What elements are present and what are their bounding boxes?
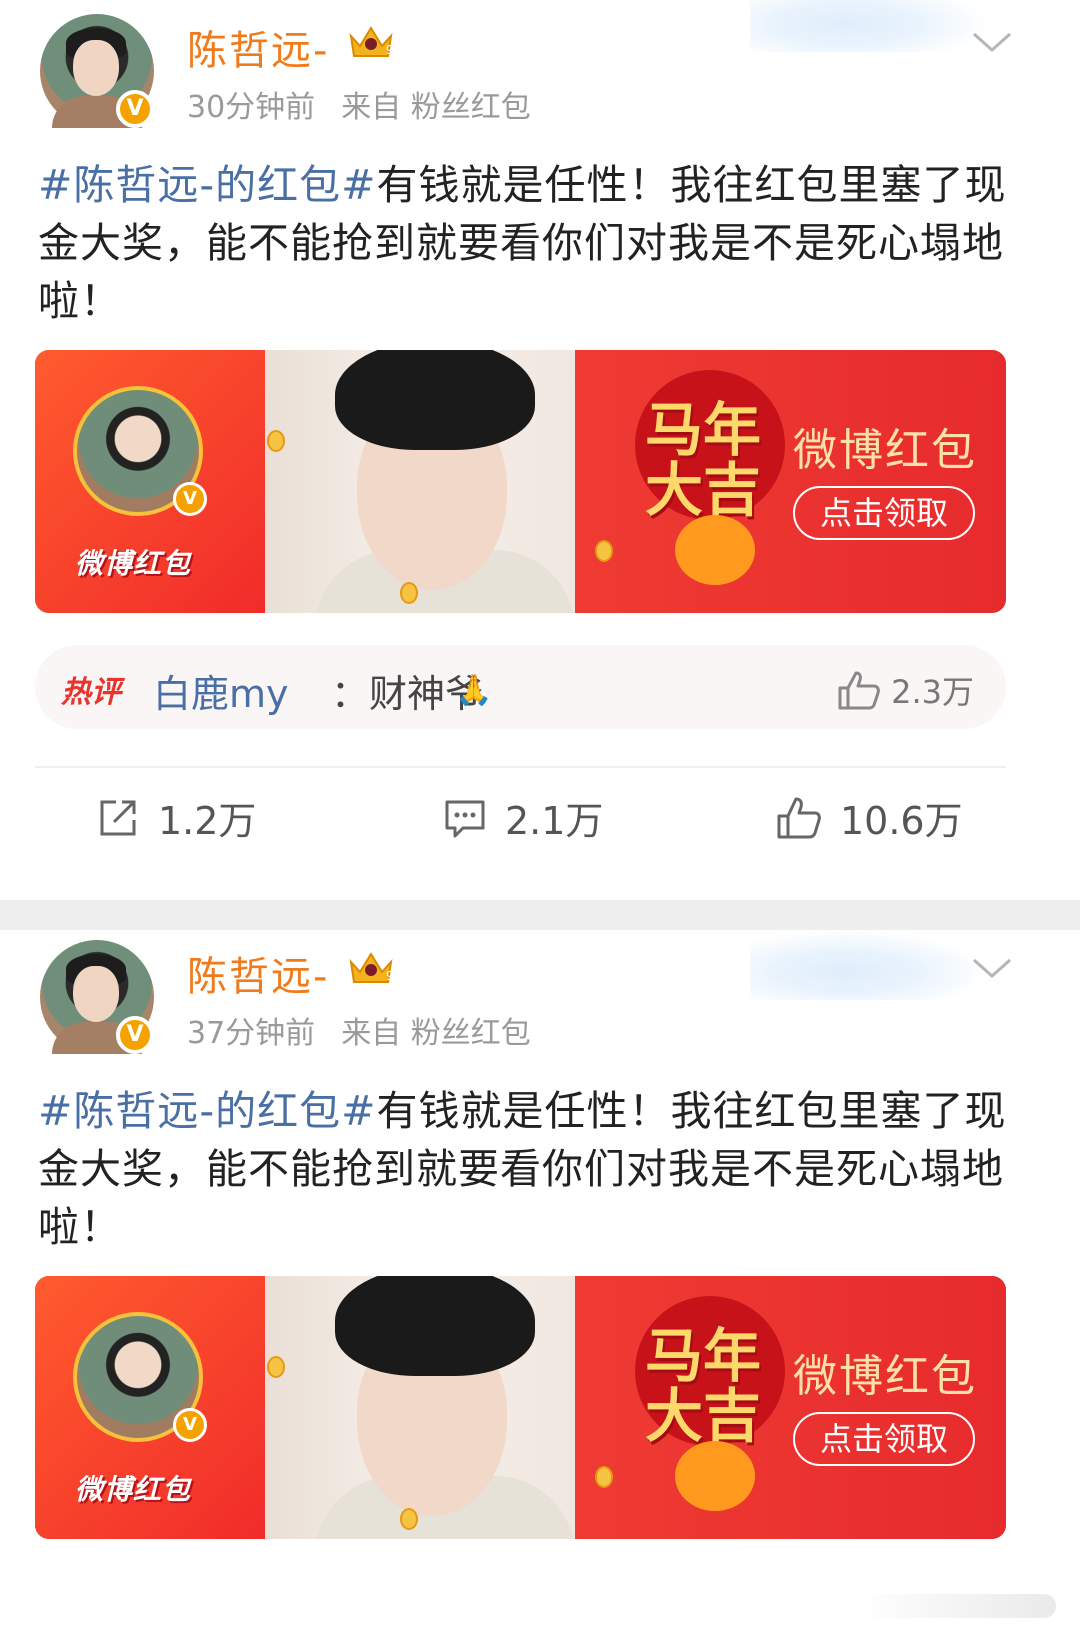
thumbs-up-icon (777, 797, 821, 838)
cloud-decoration (750, 930, 990, 1000)
coin-icon (595, 1466, 613, 1488)
username[interactable]: 陈哲远- (187, 944, 329, 1002)
share-button[interactable]: 1.2万 (96, 790, 256, 845)
banner-photo (265, 1276, 605, 1539)
weibo-post: V 陈哲远- 9 37分钟前 来自 粉丝红包 #陈哲远-的红包#有钱就是任性！我往… (0, 930, 1080, 1626)
comment-count: 2.1万 (505, 799, 604, 843)
avatar[interactable]: V (40, 940, 154, 1054)
chevron-down-icon[interactable] (972, 30, 1012, 54)
coin-icon (400, 1508, 418, 1530)
banner-photo (265, 350, 605, 613)
hot-comment[interactable]: 热评 白鹿my ：财神爷 🙏 2.3万 (35, 645, 1006, 729)
photo-hair (335, 1276, 535, 1376)
banner-right-panel: 马年大吉 微博红包 点击领取 (575, 350, 1006, 613)
red-packet-banner[interactable]: 马年大吉 微博红包 点击领取 V 微博红包 (35, 350, 1006, 613)
claim-button[interactable]: 点击领取 (793, 1412, 975, 1466)
hashtag-link[interactable]: #陈哲远-的红包# (38, 161, 377, 209)
orange-decoration (675, 515, 755, 585)
crown-icon: 9 (349, 26, 394, 57)
post-meta: 37分钟前 来自 粉丝红包 (187, 1008, 531, 1052)
banner-logo: 微博红包 (75, 1473, 192, 1506)
hashtag-link[interactable]: #陈哲远-的红包# (38, 1087, 377, 1135)
post-source[interactable]: 来自 粉丝红包 (341, 1016, 531, 1051)
comment-icon (445, 800, 485, 837)
red-packet-banner[interactable]: 马年大吉 微博红包 点击领取 V 微博红包 (35, 1276, 1006, 1539)
orange-decoration (675, 1441, 755, 1511)
cloud-decoration (750, 0, 990, 52)
chevron-down-icon[interactable] (972, 956, 1012, 980)
hot-comment-like-count: 2.3万 (891, 673, 974, 711)
username[interactable]: 陈哲远- (187, 18, 329, 76)
avatar[interactable]: V (40, 14, 154, 128)
post-content: #陈哲远-的红包#有钱就是任性！我往红包里塞了现金大奖，能不能抢到就要看你们对我… (38, 1082, 1018, 1256)
crown-icon: 9 (349, 952, 394, 983)
coin-icon (595, 540, 613, 562)
svg-text:9: 9 (386, 43, 394, 57)
claim-button[interactable]: 点击领取 (793, 486, 975, 540)
banner-title: 微博红包 (793, 425, 977, 476)
photo-hair (335, 350, 535, 450)
hot-comment-label: 热评 (61, 675, 121, 710)
banner-slogan: 马年大吉 (645, 396, 762, 524)
banner-verified-icon: V (173, 1408, 207, 1442)
banner-slogan: 马年大吉 (645, 1322, 762, 1450)
coin-icon (267, 430, 285, 452)
avatar-face (73, 40, 119, 96)
coin-icon (400, 582, 418, 604)
avatar-face (73, 966, 119, 1022)
verified-badge-icon: V (116, 90, 154, 128)
hot-comment-like[interactable]: 2.3万 (837, 667, 974, 713)
watermark (856, 1594, 1056, 1618)
post-time: 37分钟前 (187, 1016, 316, 1051)
like-button[interactable]: 10.6万 (776, 790, 963, 845)
svg-text:9: 9 (386, 969, 394, 983)
coin-icon (267, 1356, 285, 1378)
post-source[interactable]: 来自 粉丝红包 (341, 90, 531, 125)
thumbs-up-icon (838, 671, 880, 710)
hot-comment-emoji: 🙏 (455, 673, 493, 708)
post-time: 30分钟前 (187, 90, 316, 125)
post-content: #陈哲远-的红包#有钱就是任性！我往红包里塞了现金大奖，能不能抢到就要看你们对我… (38, 156, 1018, 330)
action-bar: 1.2万 2.1万 10.6万 (0, 790, 1080, 850)
banner-verified-icon: V (173, 482, 207, 516)
like-count: 10.6万 (840, 799, 963, 843)
post-meta: 30分钟前 来自 粉丝红包 (187, 82, 531, 126)
share-icon (100, 800, 136, 835)
post-separator (0, 900, 1080, 930)
weibo-post: V 陈哲远- 9 30分钟前 来自 粉丝红包 #陈哲远-的红包#有钱就是任性！我往… (0, 0, 1080, 900)
comment-button[interactable]: 2.1万 (443, 790, 603, 845)
verified-badge-icon: V (116, 1016, 154, 1054)
hot-comment-user[interactable]: 白鹿my (153, 663, 289, 718)
share-count: 1.2万 (158, 799, 257, 843)
divider (35, 766, 1006, 768)
banner-title: 微博红包 (793, 1351, 977, 1402)
banner-right-panel: 马年大吉 微博红包 点击领取 (575, 1276, 1006, 1539)
banner-logo: 微博红包 (75, 547, 192, 580)
